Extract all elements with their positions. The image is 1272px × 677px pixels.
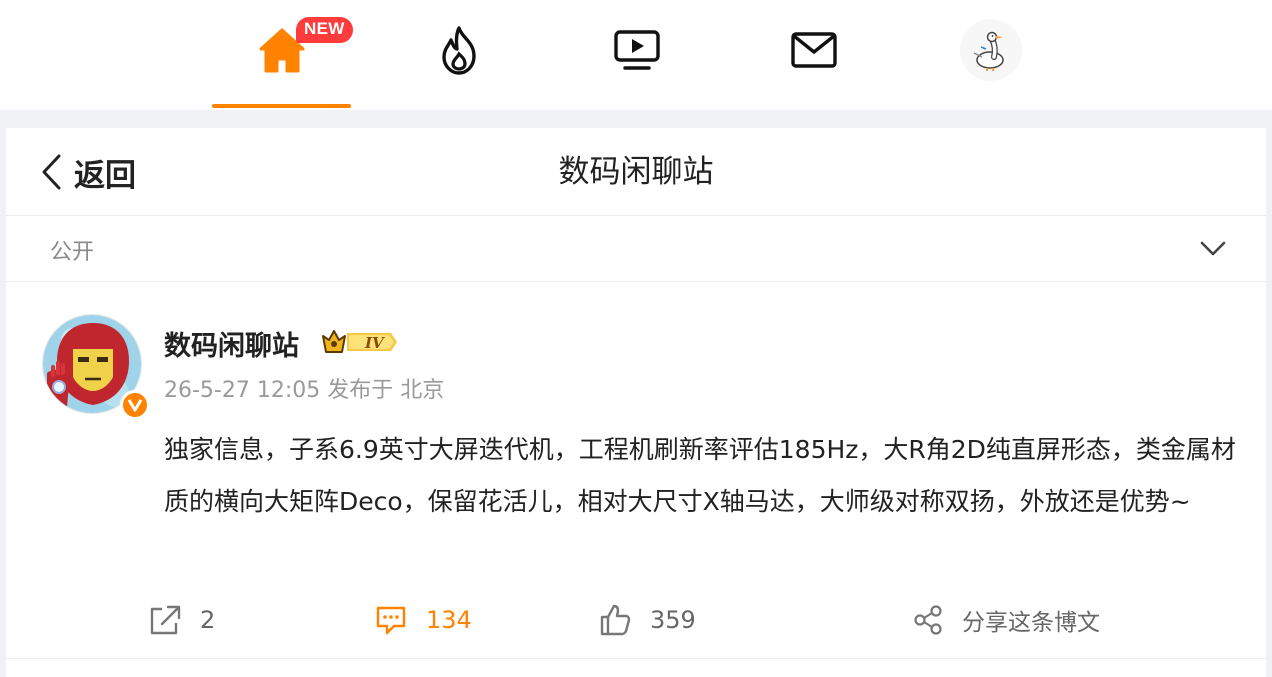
thumbs-up-icon bbox=[600, 604, 631, 636]
active-tab-indicator bbox=[212, 104, 351, 108]
vip-level-badge[interactable]: IV bbox=[321, 326, 397, 358]
author-avatar[interactable] bbox=[42, 314, 150, 420]
video-screen-icon bbox=[614, 30, 660, 70]
author-username[interactable]: 数码闲聊站 bbox=[164, 324, 299, 363]
goose-avatar-icon bbox=[960, 19, 1022, 81]
visibility-label: 公开 bbox=[50, 240, 95, 265]
level-badge-text: IV bbox=[364, 334, 385, 352]
like-count: 359 bbox=[650, 606, 696, 634]
visibility-selector[interactable]: 公开 bbox=[6, 216, 1266, 282]
verified-badge bbox=[120, 390, 150, 420]
new-badge: NEW bbox=[296, 17, 353, 43]
nav-messages-button[interactable] bbox=[779, 18, 849, 82]
top-nav-bar: NEW bbox=[0, 0, 1272, 110]
share-icon bbox=[914, 605, 942, 635]
comment-count: 134 bbox=[426, 606, 472, 634]
mail-icon bbox=[791, 32, 837, 68]
share-button[interactable]: 分享这条博文 bbox=[912, 602, 1100, 638]
page-title: 数码闲聊站 bbox=[558, 154, 714, 190]
repost-button[interactable]: 2 bbox=[148, 602, 215, 638]
share-label: 分享这条博文 bbox=[962, 610, 1100, 636]
post-meta: 26-5-27 12:05 发布于 北京 bbox=[164, 378, 445, 403]
post-detail-card: 返回 数码闲聊站 公开 数码闲聊站 IV 26-5-27 12:05 发布于 北… bbox=[6, 128, 1266, 677]
divider bbox=[6, 658, 1266, 659]
nav-profile-button[interactable] bbox=[956, 18, 1026, 82]
comment-icon bbox=[376, 606, 406, 635]
nav-video-button[interactable] bbox=[602, 18, 672, 82]
detail-header: 返回 数码闲聊站 bbox=[6, 128, 1266, 216]
post-actions-bar: 2 134 359 分享这条博文 bbox=[6, 596, 1266, 646]
verified-v-icon bbox=[127, 399, 143, 412]
chevron-down-icon[interactable] bbox=[1198, 236, 1228, 260]
repost-icon bbox=[150, 605, 181, 635]
flame-icon bbox=[442, 26, 476, 75]
post-body-text: 独家信息，子系6.9英寸大屏迭代机，工程机刷新率评估185Hz，大R角2D纯直屏… bbox=[164, 435, 1236, 516]
repost-count: 2 bbox=[200, 606, 216, 634]
like-button[interactable]: 359 bbox=[598, 602, 696, 638]
nav-hot-button[interactable] bbox=[424, 18, 494, 82]
comment-button[interactable]: 134 bbox=[374, 602, 472, 638]
